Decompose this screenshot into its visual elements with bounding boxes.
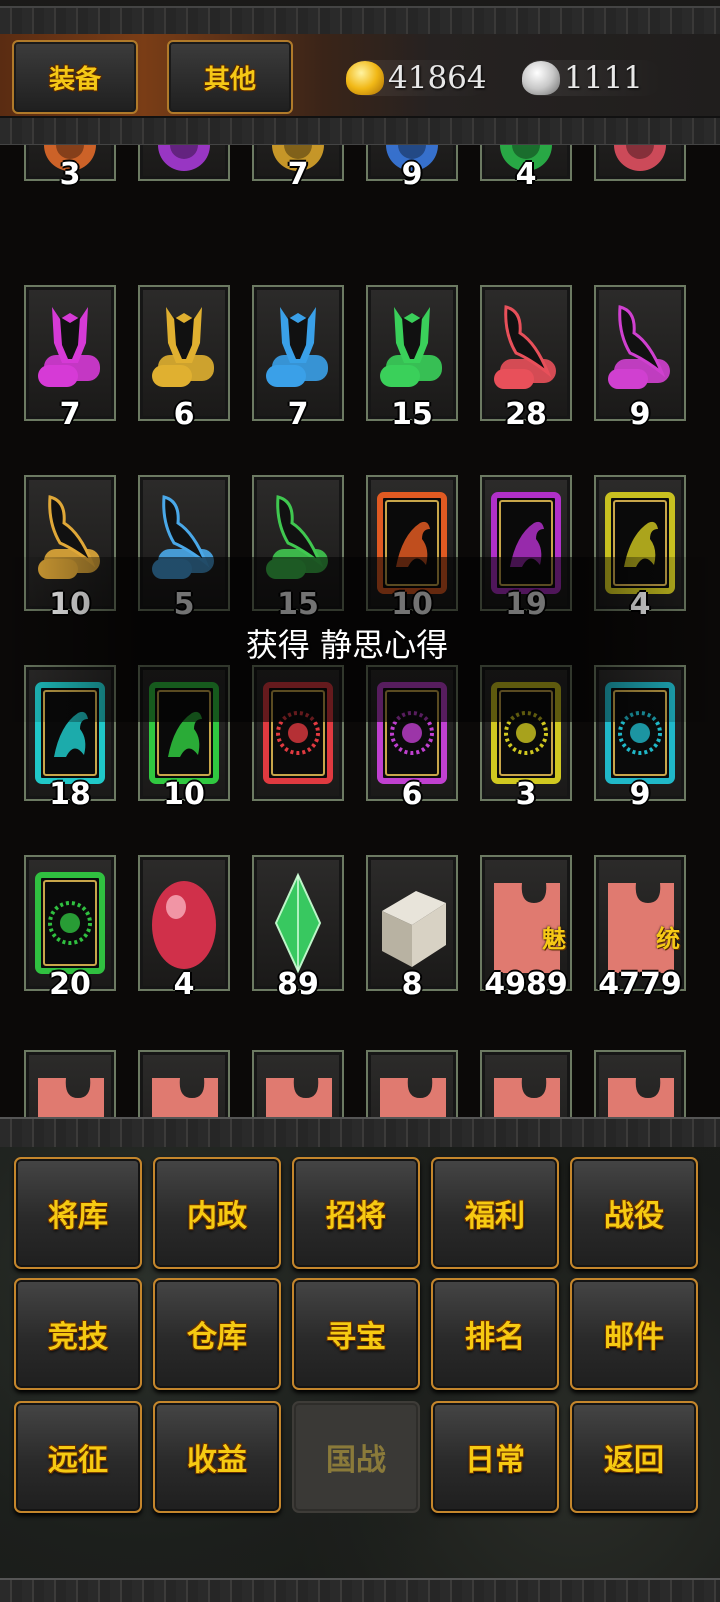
green-armor-scroll-icon [380,307,442,387]
gold-currency: 41864 [346,52,487,104]
item-count: 9 [629,777,651,812]
green-horse-card-icon [149,682,219,784]
item-count: 18 [49,777,91,812]
purple-seal-card-icon [377,682,447,784]
gold-weapon-scroll-icon [38,495,100,579]
inventory-slot[interactable] [594,145,686,181]
gold-ingot-icon [346,61,384,95]
menu-button-10[interactable]: 邮件 [570,1278,698,1390]
menu-button-8[interactable]: 寻宝 [292,1278,420,1390]
item-count: 4 [629,587,651,622]
item-count: 5 [173,587,195,622]
item-count: 9 [629,397,651,432]
fragment-icon [494,1078,560,1117]
item-count: 89 [277,967,319,1002]
inventory-slot[interactable] [594,1050,686,1117]
inventory-slot[interactable] [138,145,230,181]
green-gem-icon [274,872,322,974]
item-count: 15 [277,587,319,622]
inventory-slot[interactable] [480,1050,572,1117]
tab-equipment[interactable]: 装备 [12,40,138,114]
inventory-slot[interactable] [252,665,344,801]
yellow-seal-card-icon [491,682,561,784]
main-menu: 将库 内政 招将 福利 战役竞技 仓库 寻宝 排名 邮件远征 收益 国战 日常 返回 [0,1147,720,1600]
cyan-horse-card-icon [35,682,105,784]
red-orb-icon [614,145,666,171]
gold-amount: 41864 [388,60,487,96]
item-count: 4779 [598,967,682,1002]
magenta-armor-scroll-icon [38,307,100,387]
book-icon [382,891,446,967]
inventory-slot[interactable] [138,1050,230,1117]
menu-button-12[interactable]: 收益 [153,1401,281,1513]
inventory-slot[interactable] [24,1050,116,1117]
red-gem-icon [152,881,216,969]
item-count: 10 [49,587,91,622]
fragment-icon [266,1078,332,1117]
orange-horse-card-icon [377,492,447,594]
silver-currency: 1111 [522,52,643,104]
item-count: 7 [287,157,309,192]
green-weapon-scroll-icon [266,495,328,579]
blue-armor-scroll-icon [266,307,328,387]
red-weapon-scroll-icon [494,305,556,389]
fragment-tag: 魅 [542,925,566,953]
silver-amount: 1111 [564,60,643,96]
footer-ornament [0,1578,720,1602]
menu-button-1[interactable]: 将库 [14,1157,142,1269]
item-count: 3 [515,777,537,812]
item-count: 19 [505,587,547,622]
fragment-icon [38,1078,104,1117]
purple-horse-card-icon [491,492,561,594]
menu-button-13: 国战 [292,1401,420,1513]
menu-button-7[interactable]: 仓库 [153,1278,281,1390]
item-count: 10 [163,777,205,812]
menu-button-9[interactable]: 排名 [431,1278,559,1390]
gold-armor-scroll-icon [152,307,214,387]
fragment-icon [380,1078,446,1117]
item-count: 3 [59,157,81,192]
menu-button-5[interactable]: 战役 [570,1157,698,1269]
item-count: 4989 [484,967,568,1002]
menu-divider [0,1117,720,1149]
toast-text: 获得 静思心得 [245,626,449,664]
menu-button-11[interactable]: 远征 [14,1401,142,1513]
menu-button-4[interactable]: 福利 [431,1157,559,1269]
item-count: 7 [59,397,81,432]
menu-button-6[interactable]: 竞技 [14,1278,142,1390]
item-count: 7 [287,397,309,432]
purple-orb-icon [158,145,210,171]
inventory-slot[interactable] [252,1050,344,1117]
item-count: 10 [391,587,433,622]
item-count: 8 [401,967,423,1002]
item-count: 20 [49,967,91,1002]
menu-button-15[interactable]: 返回 [570,1401,698,1513]
item-count: 9 [401,157,423,192]
item-count: 6 [401,777,423,812]
item-count: 4 [515,157,537,192]
red-seal-card-icon [263,682,333,784]
inventory-slot[interactable] [366,1050,458,1117]
cyan-seal-card-icon [605,682,675,784]
item-count: 6 [173,397,195,432]
header-ornament-top [0,6,720,36]
item-count: 15 [391,397,433,432]
item-count: 4 [173,967,195,1002]
magenta-weapon-scroll-icon [608,305,670,389]
fragment-icon [152,1078,218,1117]
silver-ingot-icon [522,61,560,95]
menu-button-3[interactable]: 招将 [292,1157,420,1269]
tab-other[interactable]: 其他 [167,40,293,114]
fragment-icon [608,1078,674,1117]
menu-button-2[interactable]: 内政 [153,1157,281,1269]
yellow-horse-card-icon [605,492,675,594]
menu-button-14[interactable]: 日常 [431,1401,559,1513]
item-count: 28 [505,397,547,432]
blue-weapon-scroll-icon [152,495,214,579]
green-seal-card-icon [35,872,105,974]
fragment-tag: 统 [656,925,680,953]
header-ornament-bottom [0,116,720,146]
